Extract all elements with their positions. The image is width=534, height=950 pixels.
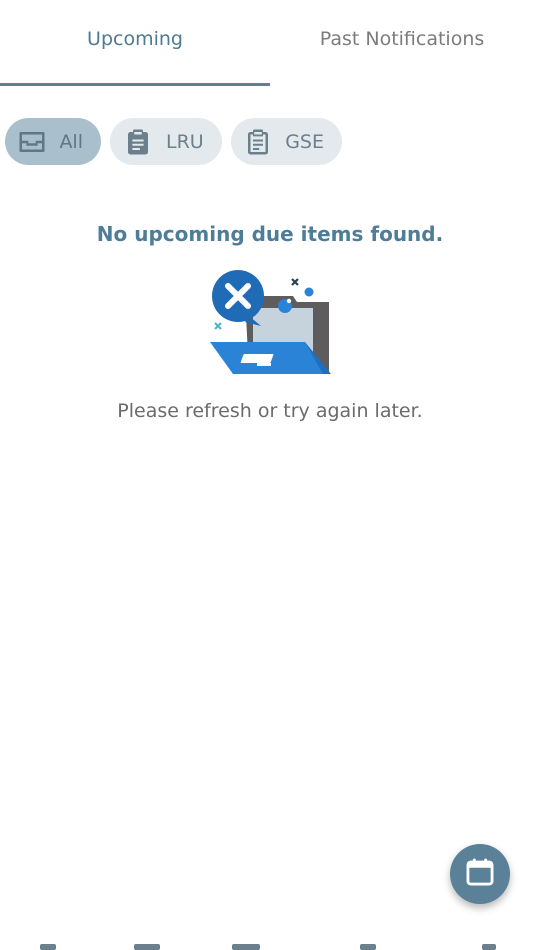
bottom-navigation (0, 930, 534, 950)
filter-chip-lru-label: LRU (166, 130, 204, 153)
clipboard-icon (122, 126, 154, 158)
calendar-fab[interactable] (450, 844, 510, 904)
nav-item-2[interactable] (134, 944, 160, 950)
inbox-tray-icon (17, 126, 47, 158)
notifications-screen: Upcoming Past Notifications All LRU GSE … (0, 0, 534, 950)
filter-chip-lru[interactable]: LRU (110, 118, 222, 165)
tab-past-notifications-label: Past Notifications (319, 28, 485, 50)
tab-bar: Upcoming Past Notifications (0, 0, 534, 86)
nav-item-4[interactable] (360, 944, 376, 950)
clipboard-outline-icon (243, 126, 273, 158)
active-tab-indicator (0, 83, 270, 86)
filter-chip-all[interactable]: All (5, 118, 101, 165)
filter-chips: All LRU GSE (5, 118, 342, 165)
nav-item-5[interactable] (482, 944, 496, 950)
tab-upcoming-label: Upcoming (87, 28, 183, 50)
nav-item-1[interactable] (40, 944, 56, 950)
calendar-icon (463, 855, 497, 893)
filter-chip-all-label: All (59, 130, 83, 153)
filter-chip-gse[interactable]: GSE (231, 118, 342, 165)
filter-chip-gse-label: GSE (285, 130, 324, 153)
empty-folder-error-illustration (205, 268, 335, 380)
nav-item-3[interactable] (232, 944, 260, 950)
tab-upcoming[interactable]: Upcoming (0, 0, 270, 86)
empty-state-title: No upcoming due items found. (96, 222, 444, 246)
tab-past-notifications[interactable]: Past Notifications (270, 0, 534, 86)
empty-state-subtitle: Please refresh or try again later. (117, 400, 423, 422)
